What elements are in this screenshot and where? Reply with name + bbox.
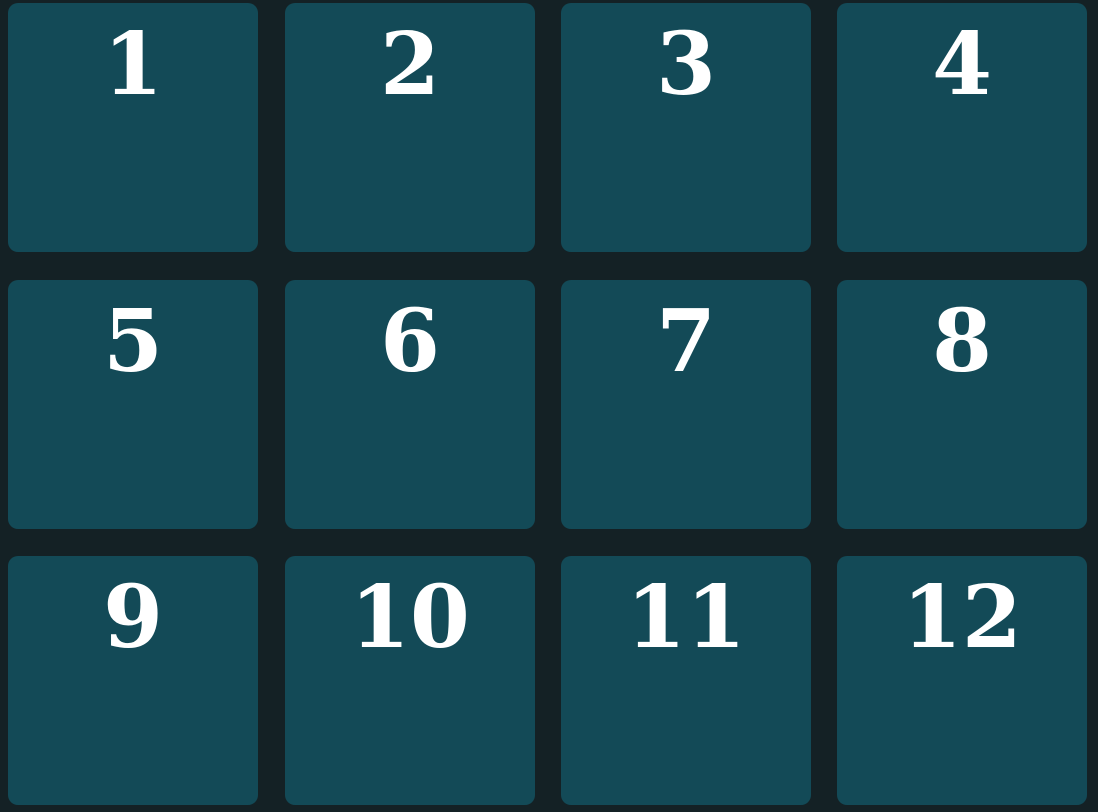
- tile-grid: 1 2 3 4 5 6 7 8 9 10 11 12: [0, 0, 1098, 812]
- tile-5[interactable]: 5: [8, 280, 258, 529]
- tile-7[interactable]: 7: [561, 280, 811, 529]
- tile-1[interactable]: 1: [8, 3, 258, 252]
- tile-10[interactable]: 10: [285, 556, 535, 805]
- tile-number: 7: [656, 291, 716, 392]
- tile-3[interactable]: 3: [561, 3, 811, 252]
- tile-number: 1: [103, 14, 163, 115]
- tile-number: 8: [932, 291, 992, 392]
- tile-number: 5: [103, 291, 163, 392]
- tile-11[interactable]: 11: [561, 556, 811, 805]
- tile-number: 3: [656, 14, 716, 115]
- tile-number: 12: [902, 567, 1022, 668]
- tile-number: 9: [103, 567, 163, 668]
- tile-9[interactable]: 9: [8, 556, 258, 805]
- tile-number: 2: [380, 14, 440, 115]
- tile-number: 6: [380, 291, 440, 392]
- tile-4[interactable]: 4: [837, 3, 1087, 252]
- tile-number: 11: [626, 567, 746, 668]
- tile-number: 4: [932, 14, 992, 115]
- tile-2[interactable]: 2: [285, 3, 535, 252]
- tile-number: 10: [350, 567, 470, 668]
- tile-12[interactable]: 12: [837, 556, 1087, 805]
- tile-6[interactable]: 6: [285, 280, 535, 529]
- tile-8[interactable]: 8: [837, 280, 1087, 529]
